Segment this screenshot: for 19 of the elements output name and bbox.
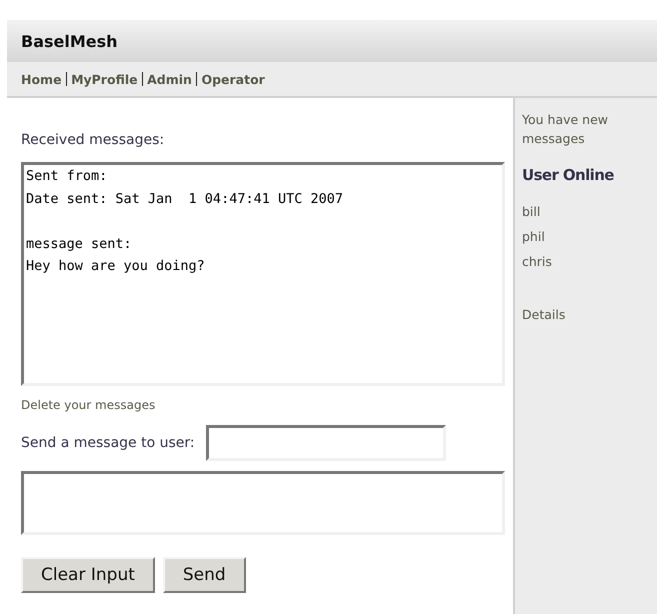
form-button[interactable]: Send	[162, 557, 246, 593]
nav-link[interactable]: Admin	[147, 72, 192, 86]
form-button[interactable]: Clear Input	[21, 557, 155, 593]
recipient-label: Send a message to user:	[21, 435, 195, 451]
user-link[interactable]: bill	[522, 204, 540, 219]
details-link[interactable]: Details	[522, 307, 566, 322]
message-textarea[interactable]: Sent from: Date sent: Sat Jan 1 04:47:41 UTC 2007 message sent: Hey how are you doing?	[21, 162, 505, 386]
message-input[interactable]	[21, 471, 505, 535]
notice-text: You have new messages	[522, 111, 609, 148]
nav-link[interactable]: MyProfile	[71, 72, 138, 86]
delete-messages-link[interactable]: Delete your messages	[21, 398, 513, 412]
nav-link[interactable]: Operator	[201, 72, 265, 86]
nav-link[interactable]: Home	[21, 72, 62, 86]
sidebar-heading: User Online	[522, 166, 614, 184]
user-link[interactable]: chris	[522, 254, 552, 269]
recipient-field[interactable]	[206, 425, 446, 461]
site-title: BaselMesh	[21, 32, 118, 50]
section-heading: Received messages:	[21, 132, 166, 148]
user-link[interactable]: phil	[522, 229, 545, 244]
